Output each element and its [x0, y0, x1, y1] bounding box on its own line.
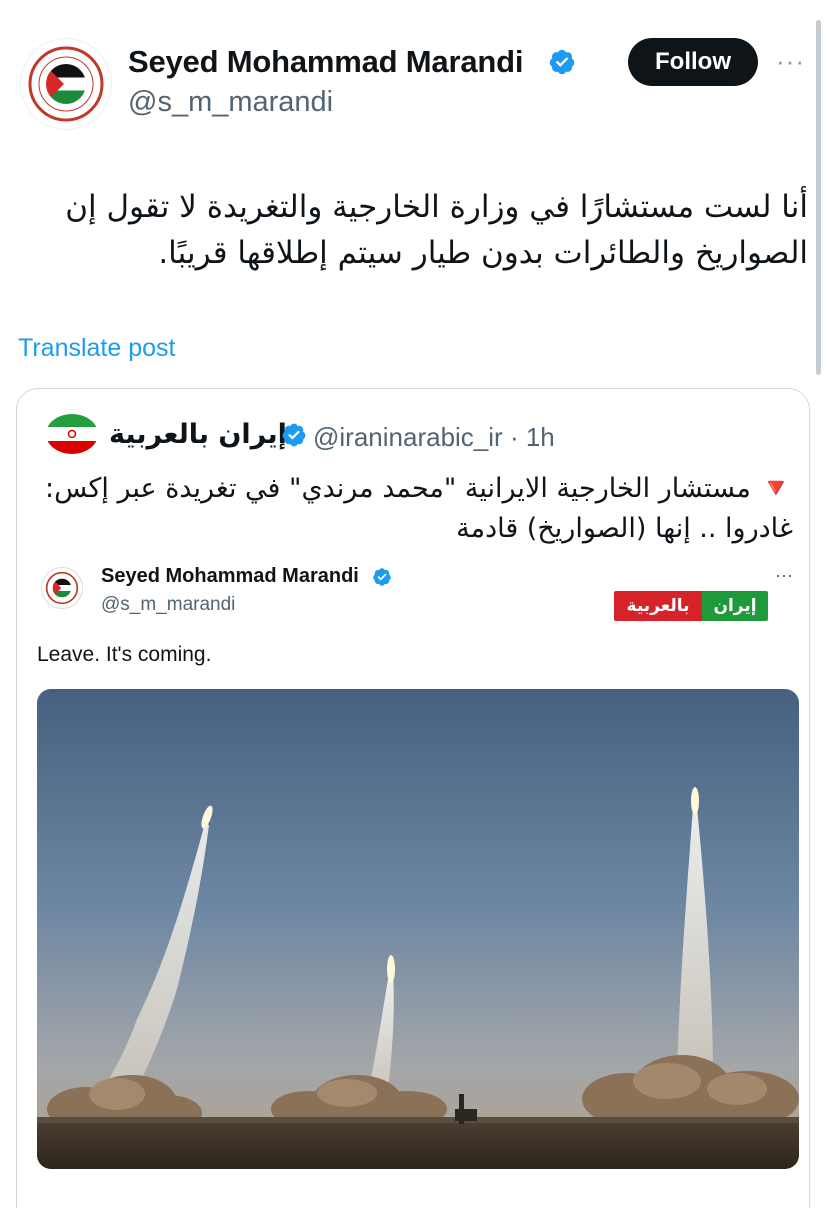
quote-tweet-card[interactable]: إيران بالعربية @iraninarabic_ir · 1h 🔻 م…	[16, 388, 810, 1208]
embedded-avatar	[41, 567, 83, 609]
quote-handle-text: @iraninarabic_ir	[313, 422, 503, 452]
more-options-icon[interactable]: ···	[776, 46, 805, 77]
quote-text: 🔻 مستشار الخارجية الايرانية "محمد مرندي"…	[45, 473, 793, 544]
logo-green-part: إيران	[702, 591, 768, 621]
iran-flag-icon	[46, 414, 98, 454]
iran-in-arabic-logo: بالعربية إيران	[614, 591, 768, 621]
verified-badge-icon	[549, 49, 575, 75]
author-avatar[interactable]	[20, 38, 112, 130]
tweet-text: أنا لست مستشارًا في وزارة الخارجية والتغ…	[65, 189, 808, 271]
follow-button[interactable]: Follow	[628, 38, 758, 86]
missile-launch-photo	[37, 689, 799, 1169]
quote-verified-badge-icon	[282, 423, 306, 447]
embedded-screenshot: Seyed Mohammad Marandi @s_m_marandi ··· …	[17, 561, 809, 1208]
embedded-verified-badge-icon	[373, 568, 391, 586]
embedded-author-name: Seyed Mohammad Marandi	[101, 565, 359, 587]
quote-author-name: إيران بالعربية	[109, 419, 287, 450]
embedded-author-handle: @s_m_marandi	[101, 594, 236, 615]
quote-author-handle: @iraninarabic_ir · 1h	[313, 422, 555, 453]
author-handle[interactable]: @s_m_marandi	[128, 86, 333, 119]
embedded-more-icon: ···	[775, 565, 793, 585]
quote-separator: ·	[509, 422, 519, 452]
quote-timestamp: 1h	[525, 422, 555, 452]
embedded-logo-icon	[45, 571, 79, 605]
translate-post-link[interactable]: Translate post	[18, 334, 175, 363]
save-gaza-logo-icon	[28, 46, 104, 122]
author-name[interactable]: Seyed Mohammad Marandi	[128, 44, 523, 80]
logo-red-part: بالعربية	[614, 591, 702, 621]
embedded-tweet-text: Leave. It's coming.	[37, 643, 212, 666]
scrollbar[interactable]	[816, 20, 821, 375]
